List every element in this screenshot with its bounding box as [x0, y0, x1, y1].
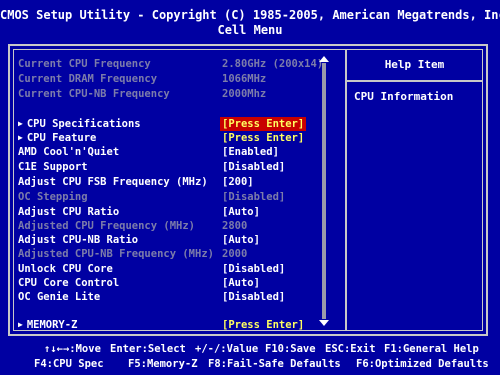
setting-value[interactable]: [Auto] — [220, 276, 262, 290]
key-hint-general-help: F1:General Help — [384, 343, 479, 355]
scrollbar[interactable] — [322, 63, 326, 319]
setting-label: AMD Cool'n'Quiet — [18, 146, 120, 158]
setting-label: OC Genie Lite — [18, 291, 101, 303]
info-label: Current CPU-NB Frequency — [18, 88, 170, 100]
setting-row-adjusted-cpu-nb-frequency: Adjusted CPU-NB Frequency (MHz) 2000 — [18, 247, 318, 261]
scroll-up-arrow-icon[interactable] — [319, 56, 329, 62]
setting-row-fsb-frequency[interactable]: Adjust CPU FSB Frequency (MHz) [200] — [18, 175, 318, 189]
info-value: 2.80GHz (200x14) — [222, 58, 324, 70]
setting-value[interactable]: [Press Enter] — [220, 318, 306, 332]
setting-value[interactable]: [200] — [220, 175, 256, 189]
key-hint-memory-z: F5:Memory-Z — [128, 358, 198, 370]
setting-row-cpu-ratio[interactable]: Adjust CPU Ratio [Auto] — [18, 205, 318, 219]
key-hint-move: ↑↓←→:Move — [44, 343, 101, 355]
setting-label: Unlock CPU Core — [18, 263, 113, 275]
setting-value: 2800 — [222, 220, 248, 232]
info-label: Current CPU Frequency — [18, 58, 151, 70]
help-header-divider — [347, 80, 482, 82]
setting-value[interactable]: [Enabled] — [220, 145, 281, 159]
setting-row-unlock-cpu-core[interactable]: Unlock CPU Core [Disabled] — [18, 262, 318, 276]
key-hints-row-1: ↑↓←→:Move Enter:Select +/-/:Value F10:Sa… — [0, 342, 500, 357]
setting-label: ▶ MEMORY-Z — [18, 319, 78, 331]
info-row-cpu-nb-frequency: Current CPU-NB Frequency 2000Mhz — [18, 87, 318, 101]
setting-label: ▶ CPU Specifications — [18, 118, 141, 130]
info-row-cpu-frequency: Current CPU Frequency 2.80GHz (200x14) — [18, 57, 323, 71]
setting-value[interactable]: [Disabled] — [220, 290, 287, 304]
key-hint-fail-safe: F8:Fail-Safe Defaults — [208, 358, 341, 370]
setting-value[interactable]: [Disabled] — [220, 160, 287, 174]
setting-row-cool-n-quiet[interactable]: AMD Cool'n'Quiet [Enabled] — [18, 145, 318, 159]
setting-row-oc-genie-lite[interactable]: OC Genie Lite [Disabled] — [18, 290, 318, 304]
setting-row-c1e-support[interactable]: C1E Support [Disabled] — [18, 160, 318, 174]
key-hints-bar: ↑↓←→:Move Enter:Select +/-/:Value F10:Sa… — [0, 342, 500, 372]
setting-label: Adjust CPU Ratio — [18, 206, 120, 218]
key-hints-row-2: F4:CPU Spec F5:Memory-Z F8:Fail-Safe Def… — [0, 357, 500, 372]
setting-row-cpu-nb-ratio[interactable]: Adjust CPU-NB Ratio [Auto] — [18, 233, 318, 247]
setting-label: Adjust CPU FSB Frequency (MHz) — [18, 176, 208, 188]
info-row-dram-frequency: Current DRAM Frequency 1066MHz — [18, 72, 318, 86]
app-title: CMOS Setup Utility - Copyright (C) 1985-… — [0, 8, 500, 22]
scroll-down-arrow-icon[interactable] — [319, 320, 329, 326]
setting-value: 2000 — [222, 248, 248, 260]
key-hint-optimized: F6:Optimized Defaults — [356, 358, 489, 370]
setting-row-adjusted-cpu-frequency: Adjusted CPU Frequency (MHz) 2800 — [18, 219, 318, 233]
submenu-arrow-icon: ▶ — [18, 119, 23, 128]
setting-value[interactable]: [Auto] — [220, 233, 262, 247]
setting-label: Adjusted CPU-NB Frequency (MHz) — [18, 248, 214, 260]
setting-row-cpu-specifications[interactable]: ▶ CPU Specifications [Press Enter] — [18, 117, 318, 131]
submenu-arrow-icon: ▶ — [18, 320, 23, 329]
setting-value: [Disabled] — [222, 191, 286, 203]
setting-value[interactable]: [Auto] — [220, 205, 262, 219]
setting-label: ▶ CPU Feature — [18, 132, 97, 144]
setting-value[interactable]: [Disabled] — [220, 262, 287, 276]
panel-divider — [345, 50, 347, 330]
info-label: Current DRAM Frequency — [18, 73, 158, 85]
title-bar: CMOS Setup Utility - Copyright (C) 1985-… — [0, 0, 500, 42]
setting-value[interactable]: [Press Enter] — [220, 131, 306, 145]
setting-label: Adjust CPU-NB Ratio — [18, 234, 139, 246]
key-hint-cpu-spec: F4:CPU Spec — [34, 358, 104, 370]
key-hint-exit: ESC:Exit — [325, 343, 376, 355]
setting-label: CPU Core Control — [18, 277, 120, 289]
submenu-arrow-icon: ▶ — [18, 133, 23, 142]
setting-row-cpu-feature[interactable]: ▶ CPU Feature [Press Enter] — [18, 131, 318, 145]
key-hint-select: Enter:Select — [110, 343, 186, 355]
menu-title: Cell Menu — [217, 23, 283, 37]
setting-label: C1E Support — [18, 161, 88, 173]
info-value: 2000Mhz — [222, 88, 267, 100]
setting-label: Adjusted CPU Frequency (MHz) — [18, 220, 196, 232]
help-text: CPU Information — [354, 90, 454, 103]
setting-row-oc-stepping: OC Stepping [Disabled] — [18, 190, 318, 204]
setting-row-memory-z[interactable]: ▶ MEMORY-Z [Press Enter] — [18, 318, 318, 332]
key-hint-save: F10:Save — [265, 343, 316, 355]
help-title: Help Item — [384, 58, 445, 71]
key-hint-value: +/-/:Value — [195, 343, 259, 355]
setting-value[interactable]: [Press Enter] — [220, 117, 307, 131]
bios-screen: CMOS Setup Utility - Copyright (C) 1985-… — [0, 0, 500, 375]
setting-row-cpu-core-control[interactable]: CPU Core Control [Auto] — [18, 276, 318, 290]
info-value: 1066MHz — [222, 73, 267, 85]
setting-label: OC Stepping — [18, 191, 88, 203]
